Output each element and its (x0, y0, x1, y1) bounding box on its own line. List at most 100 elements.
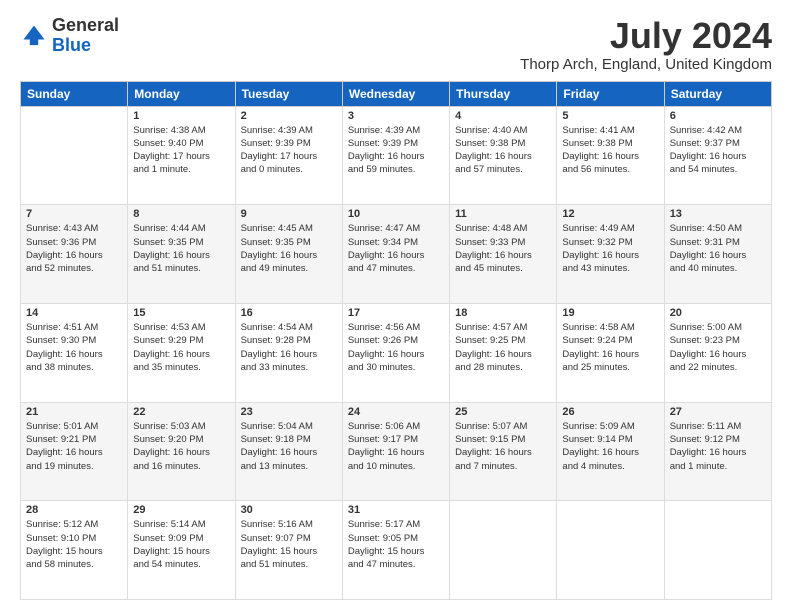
day-number: 13 (670, 208, 766, 220)
day-info: Sunrise: 5:01 AM Sunset: 9:21 PM Dayligh… (26, 420, 122, 473)
day-number: 14 (26, 307, 122, 319)
calendar-cell: 25 Sunrise: 5:07 AM Sunset: 9:15 PM Dayli… (450, 402, 557, 501)
day-number: 31 (348, 504, 444, 516)
weekday-header: Sunday (21, 81, 128, 106)
calendar-cell (557, 501, 664, 600)
day-number: 22 (133, 406, 229, 418)
day-number: 6 (670, 110, 766, 122)
day-number: 5 (562, 110, 658, 122)
day-info: Sunrise: 4:56 AM Sunset: 9:26 PM Dayligh… (348, 321, 444, 374)
calendar-cell: 20 Sunrise: 5:00 AM Sunset: 9:23 PM Dayli… (664, 303, 771, 402)
logo-general: General (52, 15, 119, 35)
day-number: 11 (455, 208, 551, 220)
day-info: Sunrise: 4:40 AM Sunset: 9:38 PM Dayligh… (455, 124, 551, 177)
calendar-cell: 2 Sunrise: 4:39 AM Sunset: 9:39 PM Daylig… (235, 106, 342, 205)
day-number: 23 (241, 406, 337, 418)
calendar-cell: 22 Sunrise: 5:03 AM Sunset: 9:20 PM Dayli… (128, 402, 235, 501)
calendar-cell: 13 Sunrise: 4:50 AM Sunset: 9:31 PM Dayli… (664, 205, 771, 304)
day-number: 27 (670, 406, 766, 418)
day-number: 1 (133, 110, 229, 122)
location-title: Thorp Arch, England, United Kingdom (520, 56, 772, 73)
day-number: 26 (562, 406, 658, 418)
day-info: Sunrise: 4:49 AM Sunset: 9:32 PM Dayligh… (562, 222, 658, 275)
day-info: Sunrise: 4:58 AM Sunset: 9:24 PM Dayligh… (562, 321, 658, 374)
day-info: Sunrise: 5:03 AM Sunset: 9:20 PM Dayligh… (133, 420, 229, 473)
calendar-cell: 15Sunrise: 4:53 AM Sunset: 9:29 PM Dayli… (128, 303, 235, 402)
day-info: Sunrise: 4:57 AM Sunset: 9:25 PM Dayligh… (455, 321, 551, 374)
day-number: 30 (241, 504, 337, 516)
day-number: 10 (348, 208, 444, 220)
calendar-cell: 24 Sunrise: 5:06 AM Sunset: 9:17 PM Dayli… (342, 402, 449, 501)
calendar-cell (664, 501, 771, 600)
day-info: Sunrise: 5:12 AM Sunset: 9:10 PM Dayligh… (26, 518, 122, 571)
calendar-table: SundayMondayTuesdayWednesdayThursdayFrid… (20, 81, 772, 600)
calendar-cell: 7 Sunrise: 4:43 AM Sunset: 9:36 PM Daylig… (21, 205, 128, 304)
weekday-header: Monday (128, 81, 235, 106)
day-info: Sunrise: 4:51 AM Sunset: 9:30 PM Dayligh… (26, 321, 122, 374)
day-number: 2 (241, 110, 337, 122)
day-number: 15 (133, 307, 229, 319)
day-number: 28 (26, 504, 122, 516)
weekday-header: Saturday (664, 81, 771, 106)
page: General Blue July 2024 Thorp Arch, Engla… (0, 0, 792, 612)
day-number: 21 (26, 406, 122, 418)
day-number: 29 (133, 504, 229, 516)
calendar-cell: 31 Sunrise: 5:17 AM Sunset: 9:05 PM Dayli… (342, 501, 449, 600)
calendar-cell: 12 Sunrise: 4:49 AM Sunset: 9:32 PM Dayli… (557, 205, 664, 304)
calendar-cell: 14 Sunrise: 4:51 AM Sunset: 9:30 PM Dayli… (21, 303, 128, 402)
calendar-cell (21, 106, 128, 205)
title-block: July 2024 Thorp Arch, England, United Ki… (520, 16, 772, 73)
day-number: 18 (455, 307, 551, 319)
calendar-cell: 27 Sunrise: 5:11 AM Sunset: 9:12 PM Dayli… (664, 402, 771, 501)
weekday-header: Thursday (450, 81, 557, 106)
calendar-cell: 10 Sunrise: 4:47 AM Sunset: 9:34 PM Dayli… (342, 205, 449, 304)
day-info: Sunrise: 4:39 AM Sunset: 9:39 PM Dayligh… (241, 124, 337, 177)
calendar-cell: 28 Sunrise: 5:12 AM Sunset: 9:10 PM Dayli… (21, 501, 128, 600)
day-info: Sunrise: 4:45 AM Sunset: 9:35 PM Dayligh… (241, 222, 337, 275)
calendar-cell: 30 Sunrise: 5:16 AM Sunset: 9:07 PM Dayli… (235, 501, 342, 600)
day-info: Sunrise: 5:07 AM Sunset: 9:15 PM Dayligh… (455, 420, 551, 473)
weekday-header: Friday (557, 81, 664, 106)
logo: General Blue (20, 16, 119, 56)
calendar-cell: 5Sunrise: 4:41 AM Sunset: 9:38 PM Daylig… (557, 106, 664, 205)
day-number: 24 (348, 406, 444, 418)
day-number: 19 (562, 307, 658, 319)
day-info: Sunrise: 5:16 AM Sunset: 9:07 PM Dayligh… (241, 518, 337, 571)
day-info: Sunrise: 5:17 AM Sunset: 9:05 PM Dayligh… (348, 518, 444, 571)
day-number: 9 (241, 208, 337, 220)
day-number: 12 (562, 208, 658, 220)
day-info: Sunrise: 4:39 AM Sunset: 9:39 PM Dayligh… (348, 124, 444, 177)
day-info: Sunrise: 4:47 AM Sunset: 9:34 PM Dayligh… (348, 222, 444, 275)
logo-blue: Blue (52, 35, 91, 55)
month-title: July 2024 (520, 16, 772, 56)
calendar-cell: 17 Sunrise: 4:56 AM Sunset: 9:26 PM Dayli… (342, 303, 449, 402)
day-number: 25 (455, 406, 551, 418)
day-number: 20 (670, 307, 766, 319)
calendar-cell: 6Sunrise: 4:42 AM Sunset: 9:37 PM Daylig… (664, 106, 771, 205)
day-info: Sunrise: 5:09 AM Sunset: 9:14 PM Dayligh… (562, 420, 658, 473)
day-number: 3 (348, 110, 444, 122)
calendar-cell (450, 501, 557, 600)
day-number: 7 (26, 208, 122, 220)
day-info: Sunrise: 5:04 AM Sunset: 9:18 PM Dayligh… (241, 420, 337, 473)
calendar-cell: 21 Sunrise: 5:01 AM Sunset: 9:21 PM Dayli… (21, 402, 128, 501)
calendar-cell: 9 Sunrise: 4:45 AM Sunset: 9:35 PM Daylig… (235, 205, 342, 304)
day-number: 8 (133, 208, 229, 220)
day-number: 17 (348, 307, 444, 319)
day-info: Sunrise: 5:14 AM Sunset: 9:09 PM Dayligh… (133, 518, 229, 571)
day-info: Sunrise: 5:06 AM Sunset: 9:17 PM Dayligh… (348, 420, 444, 473)
calendar-cell: 3 Sunrise: 4:39 AM Sunset: 9:39 PM Daylig… (342, 106, 449, 205)
calendar-week-row: 28 Sunrise: 5:12 AM Sunset: 9:10 PM Dayli… (21, 501, 772, 600)
calendar-week-row: 1Sunrise: 4:38 AM Sunset: 9:40 PM Daylig… (21, 106, 772, 205)
day-info: Sunrise: 4:43 AM Sunset: 9:36 PM Dayligh… (26, 222, 122, 275)
day-info: Sunrise: 4:48 AM Sunset: 9:33 PM Dayligh… (455, 222, 551, 275)
weekday-header: Tuesday (235, 81, 342, 106)
calendar-cell: 1Sunrise: 4:38 AM Sunset: 9:40 PM Daylig… (128, 106, 235, 205)
calendar-cell: 29 Sunrise: 5:14 AM Sunset: 9:09 PM Dayli… (128, 501, 235, 600)
day-info: Sunrise: 5:00 AM Sunset: 9:23 PM Dayligh… (670, 321, 766, 374)
day-info: Sunrise: 4:50 AM Sunset: 9:31 PM Dayligh… (670, 222, 766, 275)
calendar-cell: 8Sunrise: 4:44 AM Sunset: 9:35 PM Daylig… (128, 205, 235, 304)
day-info: Sunrise: 5:11 AM Sunset: 9:12 PM Dayligh… (670, 420, 766, 473)
weekday-header: Wednesday (342, 81, 449, 106)
calendar-cell: 19 Sunrise: 4:58 AM Sunset: 9:24 PM Dayli… (557, 303, 664, 402)
